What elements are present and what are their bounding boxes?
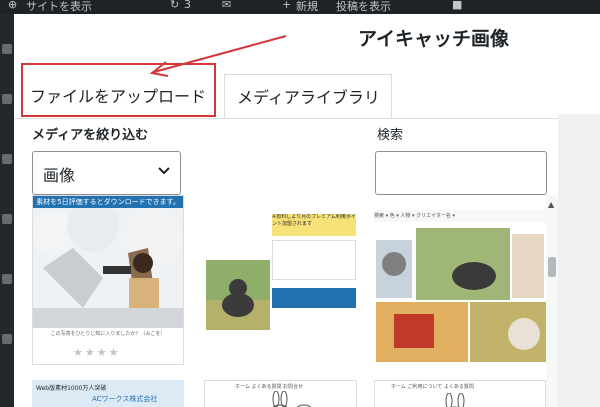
menu-icon[interactable]: [2, 214, 12, 224]
modal-title: アイキャッチ画像: [358, 28, 510, 50]
pricing-table: [272, 240, 356, 280]
wordpress-logo-icon[interactable]: ⊕: [8, 0, 17, 11]
menu-icon[interactable]: [2, 334, 12, 344]
menu-icon[interactable]: [2, 274, 12, 284]
admin-sidebar: [0, 14, 14, 407]
cat-photo: [206, 260, 270, 330]
admin-bar: ⊕ サイトを表示 ↻ 3 ✉ + 新規 投稿を表示 ■: [0, 0, 600, 14]
media-item-3-header: 検索 ▾ 色 ▾ 人物 ▾ クリエイター名 ▾: [374, 210, 546, 222]
cats-and-gifts-photo: [374, 224, 546, 364]
rating-stars-icon: ★★★★: [73, 346, 121, 359]
media-item-2-header: ※有料しより月のプレミアム利用ポイント加盟されます: [272, 214, 356, 236]
attachment-details-panel: [558, 114, 600, 407]
cherry-blossom-photo: [33, 208, 183, 328]
chevron-down-icon: [158, 167, 170, 175]
media-item-1-header: 素材を5日評価するとダウンロードできます。: [33, 196, 183, 208]
media-type-select[interactable]: 画像: [32, 151, 181, 195]
scroll-thumb[interactable]: [548, 257, 556, 277]
media-item-2[interactable]: ※有料しより月のプレミアム利用ポイント加盟されます: [204, 210, 357, 365]
site-link[interactable]: サイトを表示: [26, 0, 92, 14]
comments-icon[interactable]: ✉: [222, 0, 231, 11]
media-type-select-value: 画像: [43, 166, 76, 185]
view-post-link[interactable]: 投稿を表示: [336, 0, 391, 14]
tabs-divider: [14, 118, 600, 119]
updates-icon[interactable]: ↻: [170, 0, 179, 11]
upload-tab-highlight: [21, 63, 216, 117]
new-link[interactable]: 新規: [296, 0, 318, 14]
media-item-5-header: ホーム よくある質問 お問合せ: [235, 384, 304, 390]
media-item-5[interactable]: ホーム よくある質問 お問合せ: [204, 380, 357, 407]
media-item-6-header: ホーム ご利用について よくある質問: [391, 384, 474, 390]
media-grid-scrollbar[interactable]: ▲: [546, 195, 558, 407]
filter-label: メディアを絞り込む: [32, 128, 149, 143]
updates-count: 3: [184, 0, 191, 11]
download-button-image: [272, 288, 356, 308]
media-item-1-caption: この写真をひとりじ知に入りましたか？（みこを）: [50, 331, 166, 337]
media-item-4-subtext: ACワークス株式会社: [92, 395, 158, 403]
media-item-4-header: Web版素材1000万人突破: [36, 385, 107, 392]
search-label: 検索: [377, 128, 404, 143]
scroll-up-icon[interactable]: ▲: [548, 201, 554, 209]
media-item-1[interactable]: 素材を5日評価するとダウンロードできます。 この写真をひとりじ知に入りましたか？…: [32, 195, 184, 365]
rabbit-illustration: [272, 391, 312, 407]
search-input[interactable]: [375, 151, 547, 195]
menu-icon[interactable]: [2, 44, 12, 54]
featured-image-modal: アイキャッチ画像 ファイルをアップロード メディアライブラリ メディアを絞り込む…: [14, 14, 600, 407]
cache-icon[interactable]: ■: [452, 0, 462, 11]
media-grid: 素材を5日評価するとダウンロードできます。 この写真をひとりじ知に入りましたか？…: [14, 195, 557, 407]
rabbit-illustration: [445, 393, 465, 407]
new-content-icon[interactable]: +: [282, 0, 291, 11]
menu-icon[interactable]: [2, 94, 12, 104]
media-item-3[interactable]: 検索 ▾ 色 ▾ 人物 ▾ クリエイター名 ▾: [374, 210, 546, 365]
tab-media-library[interactable]: メディアライブラリ: [224, 74, 392, 119]
menu-icon[interactable]: [2, 154, 12, 164]
media-item-4[interactable]: Web版素材1000万人突破 ACワークス株式会社: [32, 380, 184, 407]
media-item-6[interactable]: ホーム ご利用について よくある質問: [374, 380, 546, 407]
